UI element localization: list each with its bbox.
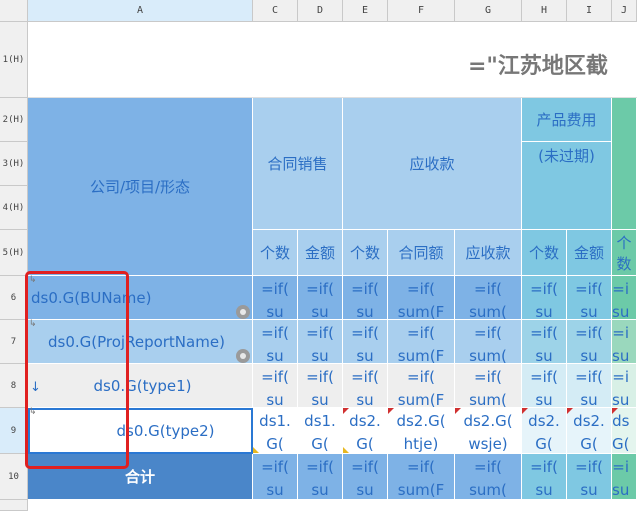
formula-cell[interactable]: ds2. G( <box>343 408 388 454</box>
comment-marker-icon <box>455 408 461 414</box>
formula-cell[interactable]: =if( su <box>298 454 343 500</box>
yellow-marker-icon <box>343 447 349 453</box>
formula-cell[interactable]: =if( su <box>567 454 612 500</box>
title-formula: ="江苏地区截 <box>468 54 608 79</box>
subheader-amount[interactable]: 金额 <box>567 230 612 276</box>
subheader-count[interactable]: 个数 <box>253 230 298 276</box>
formula-cell[interactable]: =if( su <box>522 320 567 364</box>
formula-cell[interactable]: =if( su <box>253 454 298 500</box>
gear-icon[interactable] <box>236 349 250 363</box>
col-header-e[interactable]: E <box>343 0 388 22</box>
formula-cell[interactable]: =if( su <box>567 276 612 320</box>
comment-marker-icon <box>522 408 528 414</box>
comment-marker-icon <box>388 408 394 414</box>
formula-cell[interactable]: =i su <box>612 320 637 364</box>
header-j-group[interactable] <box>612 98 637 230</box>
formula-cell[interactable]: =if( su <box>298 276 343 320</box>
col-header-f[interactable]: F <box>388 0 455 22</box>
subheader-count[interactable]: 个数 <box>522 230 567 276</box>
formula-cell[interactable]: =if( sum(F <box>388 320 455 364</box>
row-header-10[interactable]: 10 <box>0 454 28 500</box>
subheader-contract-amount[interactable]: 合同额 <box>388 230 455 276</box>
header-product-cost[interactable]: 产品费用 <box>522 98 612 142</box>
formula-cell[interactable]: ds2. G( <box>522 408 567 454</box>
col-header-d[interactable]: D <box>298 0 343 22</box>
subheader-receivable[interactable]: 应收款 <box>455 230 522 276</box>
comment-marker-icon <box>567 408 573 414</box>
col-header-a[interactable]: A <box>28 0 253 22</box>
formula-cell[interactable]: =if( su <box>253 276 298 320</box>
formula-cell[interactable]: =if( su <box>567 364 612 408</box>
formula-cell[interactable]: ds G( <box>612 408 637 454</box>
yellow-marker-icon <box>253 447 259 453</box>
formula-cell[interactable]: =if( su <box>567 320 612 364</box>
header-label: (未过期) <box>538 147 595 165</box>
formula-cell[interactable]: =if( su <box>343 454 388 500</box>
col-header-i[interactable]: I <box>567 0 612 22</box>
title-cell[interactable]: ="江苏地区截 <box>28 22 637 98</box>
formula-cell[interactable]: =if( su <box>343 320 388 364</box>
gear-icon[interactable] <box>236 305 250 319</box>
row-header-2[interactable]: 2(H) <box>0 98 28 142</box>
formula-cell[interactable]: =if( sum(F <box>388 454 455 500</box>
formula-cell[interactable]: =if( su <box>522 454 567 500</box>
row-header-7[interactable]: 7 <box>0 320 28 364</box>
expand-marker-icon: ↳ <box>29 407 37 417</box>
col-header-j[interactable]: J <box>612 0 637 22</box>
col-header-h[interactable]: H <box>522 0 567 22</box>
col-header-g[interactable]: G <box>455 0 522 22</box>
formula-cell[interactable]: =if( su <box>298 320 343 364</box>
formula-cell[interactable]: =if( sum( <box>455 276 522 320</box>
comment-marker-icon <box>343 408 349 414</box>
expand-marker-icon: ↳ <box>29 319 37 329</box>
header-not-overdue[interactable]: (未过期) <box>522 142 612 230</box>
formula-cell[interactable]: =if( su <box>253 364 298 408</box>
subheader-count[interactable]: 个数 <box>343 230 388 276</box>
formula-cell[interactable]: =i su <box>612 276 637 320</box>
subheader-amount[interactable]: 金额 <box>298 230 343 276</box>
header-label: 应收款 <box>409 155 455 173</box>
formula-cell[interactable]: ds2.G( htje) <box>388 408 455 454</box>
row-header-3[interactable]: 3(H) <box>0 142 28 186</box>
formula-cell[interactable]: =if( su <box>298 364 343 408</box>
cell-label: 合计 <box>124 468 155 486</box>
row-header-4[interactable]: 4(H) <box>0 186 28 230</box>
expand-marker-icon: ↳ <box>29 275 37 285</box>
row-header-8[interactable]: 8 <box>0 364 28 408</box>
formula-cell[interactable]: =i su <box>612 454 637 500</box>
formula-cell[interactable]: =i su <box>612 364 637 408</box>
formula-cell[interactable]: =if( sum( <box>455 364 522 408</box>
header-contract-sales[interactable]: 合同销售 <box>253 98 343 230</box>
row-header-6[interactable]: 6 <box>0 276 28 320</box>
formula-cell[interactable]: =if( sum(F <box>388 364 455 408</box>
header-receivables[interactable]: 应收款 <box>343 98 522 230</box>
formula-cell[interactable]: =if( su <box>522 364 567 408</box>
header-label: 合同销售 <box>267 155 328 173</box>
formula-cell[interactable]: =if( su <box>253 320 298 364</box>
col-header-c[interactable]: C <box>253 0 298 22</box>
formula-cell[interactable]: ds1. G( <box>253 408 298 454</box>
header-label: 产品费用 <box>536 111 597 129</box>
formula-cell[interactable]: ds2. G( <box>567 408 612 454</box>
formula-cell[interactable]: =if( su <box>522 276 567 320</box>
formula-cell[interactable]: =if( su <box>343 276 388 320</box>
header-company-project-form[interactable]: 公司/项目/形态 <box>28 98 253 276</box>
red-highlight-box <box>25 271 129 469</box>
formula-cell[interactable]: =if( sum( <box>455 320 522 364</box>
row-header-9[interactable]: 9 <box>0 408 28 454</box>
row-header-11[interactable] <box>0 500 28 511</box>
subheader-count[interactable]: 个数 <box>612 230 637 276</box>
formula-cell[interactable]: ds2.G( wsje) <box>455 408 522 454</box>
formula-cell[interactable]: ds1. G( <box>298 408 343 454</box>
cell-label: ds0.G(type2) <box>116 422 215 440</box>
formula-cell[interactable]: =if( su <box>343 364 388 408</box>
corner-cell[interactable] <box>0 0 28 22</box>
formula-cell[interactable]: =if( sum( <box>455 454 522 500</box>
row-header-5[interactable]: 5(H) <box>0 230 28 276</box>
comment-marker-icon <box>612 408 618 414</box>
formula-cell[interactable]: =if( sum(F <box>388 276 455 320</box>
header-label: 公司/项目/形态 <box>89 178 191 196</box>
row-header-1[interactable]: 1(H) <box>0 22 28 98</box>
